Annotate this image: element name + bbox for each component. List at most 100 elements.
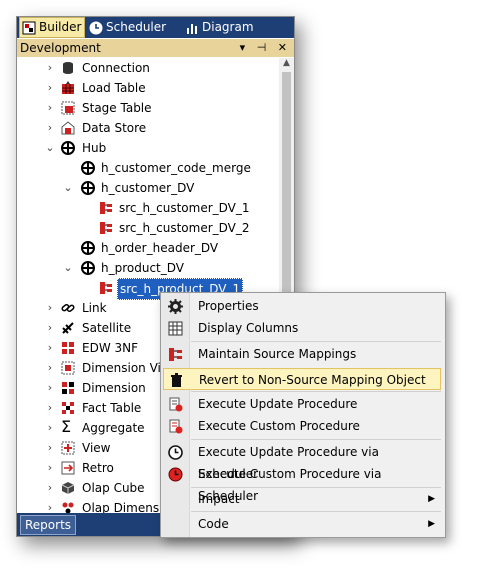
custom-procedure-icon xyxy=(168,419,183,434)
tree-item-label: Data Store xyxy=(82,121,147,135)
expand-arrow-icon[interactable]: › xyxy=(45,398,55,418)
tree-item-label: Olap Cube xyxy=(82,481,145,495)
menu-separator xyxy=(191,511,441,512)
tree-item-label: Dimension xyxy=(82,381,146,395)
tab-bar: Builder Scheduler Diagram xyxy=(17,17,294,38)
olap-dimension-icon xyxy=(61,501,75,513)
clock-icon xyxy=(168,445,183,460)
menu-item-maintain-source-mappings[interactable]: Maintain Source Mappings xyxy=(163,343,441,365)
tree-item-label: View xyxy=(82,441,111,455)
expand-arrow-icon[interactable]: › xyxy=(45,418,55,438)
tree-item-label: Stage Table xyxy=(82,101,152,115)
tab-reports[interactable]: Reports xyxy=(20,515,77,535)
data-store-icon xyxy=(61,121,75,135)
collapse-arrow-icon[interactable]: ⌄ xyxy=(63,258,73,278)
submenu-arrow-icon: ▶ xyxy=(428,519,435,529)
source-mapping-icon xyxy=(168,347,183,362)
tab-builder[interactable]: Builder xyxy=(19,17,85,38)
panel-controls[interactable]: ▾ ⊣ ✕ xyxy=(240,39,291,57)
menu-item-execute-update-procedure-via-scheduler[interactable]: Execute Update Procedure via Scheduler xyxy=(163,441,441,481)
menu-item-properties[interactable]: Properties xyxy=(163,295,441,317)
menu-item-label: Impact xyxy=(198,492,240,506)
source-mapping-icon xyxy=(99,281,113,295)
collapse-arrow-icon[interactable]: ⌄ xyxy=(63,178,73,198)
tree-item-label: Aggregate xyxy=(82,421,145,435)
menu-separator xyxy=(191,391,441,392)
expand-arrow-icon[interactable]: › xyxy=(45,78,55,98)
expand-arrow-icon[interactable]: › xyxy=(45,298,55,318)
tab-diagram[interactable]: Diagram xyxy=(183,18,265,37)
clock-icon xyxy=(89,21,103,35)
menu-item-execute-update-procedure[interactable]: Execute Update Procedure xyxy=(163,393,441,415)
collapse-arrow-icon[interactable]: ⌄ xyxy=(45,138,55,158)
menu-item-execute-custom-procedure-via-scheduler[interactable]: Execute Custom Procedure via Scheduler xyxy=(163,463,441,503)
submenu-arrow-icon: ▶ xyxy=(428,494,435,504)
tree-item-label: Satellite xyxy=(82,321,132,335)
tab-label: Scheduler xyxy=(106,20,167,34)
retro-icon xyxy=(61,461,75,475)
tree-item-label: Connection xyxy=(82,61,150,75)
expand-arrow-icon[interactable]: › xyxy=(45,318,55,338)
dimension-icon xyxy=(61,381,75,395)
menu-item-label: Execute Custom Procedure xyxy=(198,419,360,433)
tab-label: Diagram xyxy=(202,20,254,34)
hub-icon xyxy=(61,141,75,155)
scrollbar-thumb[interactable] xyxy=(282,72,291,312)
tree-item-label: Retro xyxy=(82,461,114,475)
expand-arrow-icon[interactable]: › xyxy=(45,458,55,478)
procedure-icon xyxy=(168,397,183,412)
scroll-up-icon[interactable]: ▲ xyxy=(279,58,294,72)
menu-separator xyxy=(191,341,441,342)
tree-item-label: Fact Table xyxy=(82,401,142,415)
gear-icon xyxy=(168,299,183,314)
panel-title: Development xyxy=(20,41,101,55)
tab-label: Builder xyxy=(39,20,82,34)
trash-icon xyxy=(169,373,184,388)
expand-arrow-icon[interactable]: › xyxy=(45,58,55,78)
menu-item-label: Execute Update Procedure xyxy=(198,397,358,411)
expand-arrow-icon[interactable]: › xyxy=(45,98,55,118)
hub-icon xyxy=(81,261,95,275)
menu-item-label: Display Columns xyxy=(198,321,299,335)
dimension-view-icon xyxy=(61,361,75,375)
red-clock-icon xyxy=(168,467,183,482)
panel-header: Development ▾ ⊣ ✕ xyxy=(17,39,294,57)
expand-arrow-icon[interactable]: › xyxy=(45,438,55,458)
expand-arrow-icon[interactable]: › xyxy=(45,478,55,498)
tree-item-label: h_product_DV xyxy=(101,261,184,275)
expand-arrow-icon[interactable]: › xyxy=(45,498,55,513)
connection-icon xyxy=(61,61,75,75)
bar-chart-icon xyxy=(185,21,199,35)
olap-cube-icon xyxy=(61,481,75,495)
expand-arrow-icon[interactable]: › xyxy=(45,378,55,398)
menu-item-label: Revert to Non-Source Mapping Object xyxy=(199,373,426,387)
tree-item-label: Hub xyxy=(82,141,107,155)
tree-item-label: h_customer_code_merge xyxy=(101,161,251,175)
context-menu: Properties Display Columns Maintain Sour… xyxy=(160,292,446,538)
source-mapping-icon xyxy=(99,221,113,235)
satellite-icon xyxy=(61,321,75,335)
tree-item-label: EDW 3NF xyxy=(82,341,139,355)
tab-scheduler[interactable]: Scheduler xyxy=(87,18,173,37)
expand-arrow-icon[interactable]: › xyxy=(45,118,55,138)
menu-item-revert-to-non-source-mapping-object[interactable]: Revert to Non-Source Mapping Object xyxy=(163,368,441,390)
sigma-icon: Σ xyxy=(61,417,72,436)
expand-arrow-icon[interactable]: › xyxy=(45,338,55,358)
view-icon xyxy=(61,441,75,455)
menu-item-impact[interactable]: Impact ▶ xyxy=(163,488,441,510)
menu-item-label: Maintain Source Mappings xyxy=(198,347,357,361)
tree-item-label: src_h_customer_DV_1 xyxy=(119,201,250,215)
expand-arrow-icon[interactable]: › xyxy=(45,358,55,378)
menu-item-execute-custom-procedure[interactable]: Execute Custom Procedure xyxy=(163,415,441,437)
link-icon xyxy=(61,301,75,315)
builder-icon xyxy=(22,21,36,35)
menu-separator xyxy=(191,439,441,440)
menu-item-display-columns[interactable]: Display Columns xyxy=(163,317,441,339)
fact-table-icon xyxy=(61,401,75,415)
tree-item-label: Link xyxy=(82,301,107,315)
edw-icon xyxy=(61,341,75,355)
tree-item-label: h_order_header_DV xyxy=(101,241,219,255)
hub-icon xyxy=(81,241,95,255)
menu-item-label: Code xyxy=(198,517,229,531)
menu-item-code[interactable]: Code ▶ xyxy=(163,513,441,535)
